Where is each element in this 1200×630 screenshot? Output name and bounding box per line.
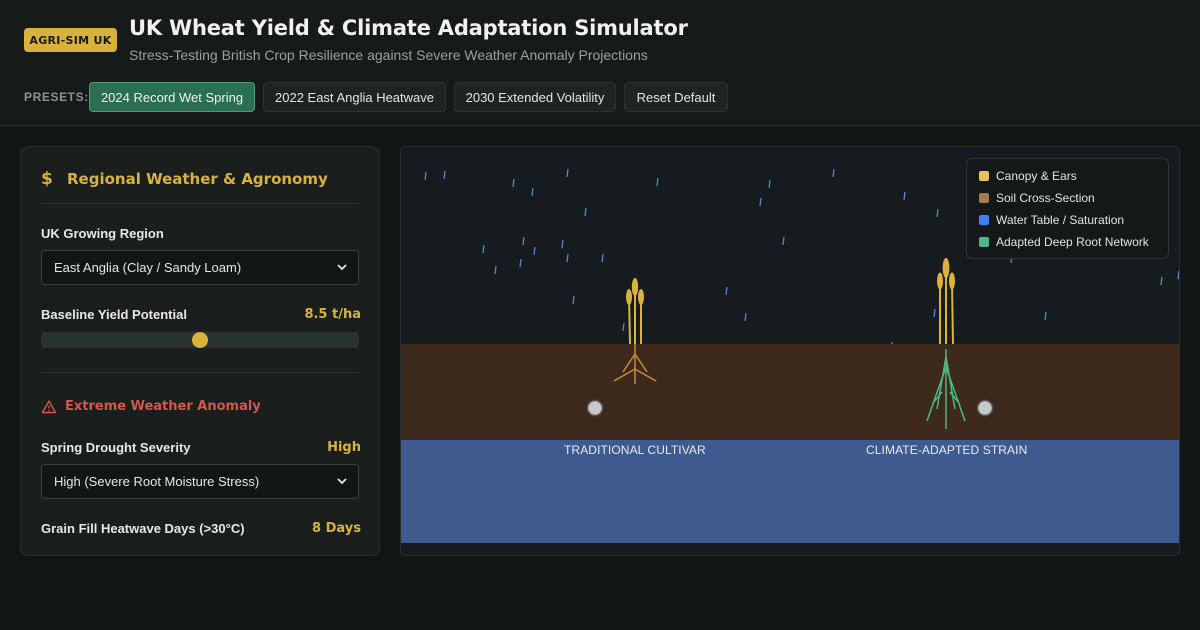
soil-moisture-probe (586, 399, 604, 417)
page-subtitle: Stress-Testing British Crop Resilience a… (129, 47, 648, 63)
preset-2030-volatility-button[interactable]: 2030 Extended Volatility (454, 82, 616, 112)
slider-thumb[interactable] (192, 332, 208, 348)
page-title: UK Wheat Yield & Climate Adaptation Simu… (129, 16, 688, 40)
legend-item-water: Water Table / Saturation (979, 212, 1124, 228)
baseline-yield-label: Baseline Yield Potential (41, 307, 187, 322)
adapted-strain-label: CLIMATE-ADAPTED STRAIN (866, 443, 1028, 457)
soil-cross-section (401, 344, 1179, 440)
heatwave-days-value: 8 Days (312, 521, 361, 536)
divider (41, 203, 359, 204)
heatwave-days-label: Grain Fill Heatwave Days (>30°C) (41, 521, 245, 536)
region-select-value: East Anglia (Clay / Sandy Loam) (54, 260, 242, 275)
drought-severity-value: High (327, 440, 361, 455)
warning-triangle-icon (41, 400, 57, 414)
preset-2024-wet-spring-button[interactable]: 2024 Record Wet Spring (89, 82, 255, 112)
drought-severity-select[interactable]: High (Severe Root Moisture Stress) (41, 464, 359, 499)
anomaly-section-title: Extreme Weather Anomaly (65, 399, 261, 414)
legend-swatch (979, 193, 989, 203)
legend-label: Soil Cross-Section (996, 191, 1095, 205)
legend-swatch (979, 215, 989, 225)
legend-item-roots: Adapted Deep Root Network (979, 234, 1149, 250)
chevron-down-icon (337, 264, 347, 271)
app-badge: AGRI-SIM UK (24, 28, 117, 52)
traditional-cultivar-label: TRADITIONAL CULTIVAR (564, 443, 706, 457)
app-header: AGRI-SIM UK UK Wheat Yield & Climate Ada… (0, 0, 1200, 126)
water-table (401, 440, 1179, 543)
legend: Canopy & Ears Soil Cross-Section Water T… (966, 158, 1169, 259)
region-label: UK Growing Region (41, 226, 164, 241)
controls-panel: $ Regional Weather & Agronomy UK Growing… (20, 146, 380, 556)
presets-label: PRESETS: (24, 90, 89, 104)
panel-title: Regional Weather & Agronomy (67, 170, 328, 188)
divider (41, 372, 359, 373)
legend-item-soil: Soil Cross-Section (979, 190, 1095, 206)
baseline-yield-value: 8.5 t/ha (304, 307, 361, 322)
drought-select-value: High (Severe Root Moisture Stress) (54, 474, 260, 489)
legend-swatch (979, 171, 989, 181)
region-select[interactable]: East Anglia (Clay / Sandy Loam) (41, 250, 359, 285)
legend-label: Water Table / Saturation (996, 213, 1125, 227)
legend-label: Canopy & Ears (996, 169, 1077, 183)
chevron-down-icon (337, 478, 347, 485)
drought-severity-label: Spring Drought Severity (41, 440, 191, 455)
simulation-view: TRADITIONAL CULTIVAR CLIMATE-ADAPTED STR… (400, 146, 1180, 556)
legend-swatch (979, 237, 989, 247)
dollar-icon: $ (41, 169, 53, 189)
preset-reset-button[interactable]: Reset Default (624, 82, 728, 112)
soil-moisture-probe (976, 399, 994, 417)
preset-2022-heatwave-button[interactable]: 2022 East Anglia Heatwave (263, 82, 446, 112)
baseline-yield-slider[interactable] (41, 332, 359, 348)
legend-label: Adapted Deep Root Network (996, 235, 1149, 249)
legend-item-canopy: Canopy & Ears (979, 168, 1077, 184)
